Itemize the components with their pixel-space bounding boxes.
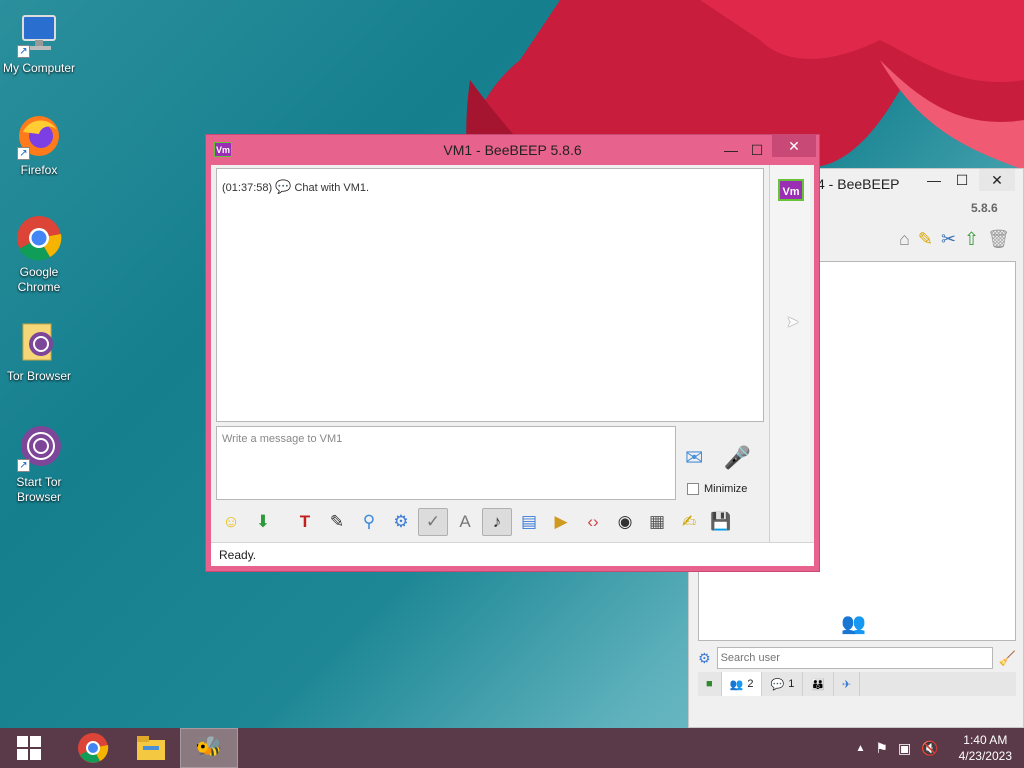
chats-icon: 💬	[770, 678, 785, 691]
tab-count: 1	[788, 678, 795, 690]
system-tray: ▲ ⚑ ▣ 🔇 1:40 AM 4/23/2023	[855, 728, 1024, 768]
maximize-button[interactable]: ☐	[742, 139, 772, 161]
chat-members-panel: Vm	[769, 165, 810, 543]
gear-icon[interactable]: ⚙	[698, 650, 711, 667]
volume-muted-icon[interactable]: 🔇	[921, 740, 938, 757]
screenshot-icon[interactable]: ◉	[610, 508, 640, 536]
computer-icon: ↗	[15, 10, 63, 58]
tab-online-users[interactable]: ■	[698, 672, 722, 696]
firefox-icon: ↗	[15, 112, 63, 160]
tab-files[interactable]: ✈	[834, 672, 861, 696]
desktop-icon-my-computer[interactable]: ↗ My Computer	[0, 10, 78, 76]
desktop-icon-label: Start Tor Browser	[16, 475, 62, 504]
filter-icon[interactable]: ⚲	[354, 508, 384, 536]
minimize-button[interactable]: —	[919, 169, 949, 191]
house-icon[interactable]: ⌂	[899, 229, 910, 250]
chrome-icon	[78, 733, 109, 763]
users-icon: 👥	[841, 613, 866, 635]
tor-folder-icon	[15, 318, 63, 366]
update-icon[interactable]: ⇧	[964, 229, 979, 250]
clock-date: 4/23/2023	[958, 749, 1012, 763]
tab-count: 2	[747, 678, 754, 690]
chat-log[interactable]: (01:37:58) 💬 Chat with VM1.	[216, 168, 764, 422]
search-user-input[interactable]	[716, 647, 993, 669]
status-bar: Ready.	[211, 542, 814, 566]
color-icon[interactable]: ✎	[322, 508, 352, 536]
folder-icon	[137, 736, 165, 760]
download-icon[interactable]: ⬇	[248, 508, 278, 536]
code-icon[interactable]: ‹›	[578, 508, 608, 536]
main-window-tabs: ■ 👥 2 💬 1 👪 ✈	[698, 672, 1016, 696]
flag-icon[interactable]: ⚑	[875, 740, 888, 757]
desktop-icon-chrome[interactable]: Google Chrome	[0, 214, 78, 295]
vm1-avatar[interactable]: Vm	[778, 179, 804, 201]
broom-icon[interactable]: 🧹	[999, 650, 1016, 667]
settings-icon[interactable]: ⚙	[386, 508, 416, 536]
text-icon[interactable]: A	[450, 508, 480, 536]
clock-time: 1:40 AM	[963, 733, 1008, 747]
taskbar-chrome[interactable]	[64, 728, 122, 768]
tab-chats[interactable]: 💬 1	[762, 672, 804, 696]
chat-bubble-icon: 💬	[275, 179, 292, 194]
music-icon[interactable]: ♪	[482, 508, 512, 536]
tab-users[interactable]: 👥 2	[721, 672, 763, 696]
tab-groups[interactable]: 👪	[803, 672, 835, 696]
chat-window: Vm VM1 - BeeBEEP 5.8.6 — ☐ ✕ (01:37:58) …	[205, 134, 820, 572]
desktop-icon-label: Google Chrome	[17, 265, 61, 294]
version-label: 5.8.6	[971, 201, 998, 215]
microphone-icon[interactable]: 🎤	[723, 445, 750, 471]
taskbar-file-explorer[interactable]	[122, 728, 180, 768]
desktop-icon-label: Firefox	[20, 163, 58, 177]
send-message-icon[interactable]: ✉	[685, 445, 703, 471]
search-row: ⚙ 🧹	[698, 645, 1016, 671]
tools-icon[interactable]: ✂	[941, 229, 956, 250]
chrome-icon	[15, 214, 63, 262]
groups-icon: 👪	[811, 678, 826, 691]
message-input[interactable]: Write a message to VM1	[216, 426, 676, 500]
mouse-cursor-icon: ➤	[786, 314, 800, 331]
taskbar-beebeep[interactable]: 🐝	[180, 728, 238, 768]
clock[interactable]: 1:40 AM 4/23/2023	[959, 732, 1012, 764]
calendar-icon[interactable]: ▦	[642, 508, 672, 536]
users-icon: 👥	[729, 678, 744, 691]
emoticon-icon[interactable]: ☺	[216, 508, 246, 536]
minimize-checkbox[interactable]	[687, 483, 699, 495]
bee-icon: 🐝	[195, 735, 223, 760]
folder-icon[interactable]: ▶	[546, 508, 576, 536]
main-window-title: 4 - BeeBEEP	[817, 176, 900, 192]
users-online-icon: ■	[706, 678, 713, 690]
desktop-icon-label: My Computer	[2, 61, 76, 75]
pencil-icon[interactable]: ✎	[918, 229, 933, 250]
message-timestamp: (01:37:58)	[222, 182, 273, 194]
send-controls: ✉ 🎤	[685, 445, 751, 471]
windows-icon	[17, 736, 41, 760]
chat-window-titlebar[interactable]: Vm VM1 - BeeBEEP 5.8.6 — ☐ ✕	[206, 135, 819, 165]
close-button[interactable]: ✕	[772, 135, 816, 157]
close-button[interactable]: ✕	[979, 169, 1015, 191]
trash-icon[interactable]: 🗑	[987, 229, 1010, 250]
taskbar: 🐝 ▲ ⚑ ▣ 🔇 1:40 AM 4/23/2023	[0, 728, 1024, 768]
spellcheck-icon[interactable]: ✓	[418, 508, 448, 536]
files-icon: ✈	[842, 678, 852, 691]
save-icon[interactable]: 💾	[706, 508, 736, 536]
font-icon[interactable]: T	[290, 508, 320, 536]
chevron-up-icon[interactable]: ▲	[855, 743, 865, 754]
note-icon[interactable]: ✍	[674, 508, 704, 536]
minimize-option[interactable]: Minimize	[687, 483, 747, 495]
desktop-icon-label: Tor Browser	[6, 369, 71, 383]
maximize-button[interactable]: ☐	[947, 169, 977, 191]
minimize-label: Minimize	[704, 483, 748, 495]
chat-window-body: (01:37:58) 💬 Chat with VM1. Write a mess…	[211, 165, 814, 566]
desktop-icon-tor-browser[interactable]: Tor Browser	[0, 318, 78, 384]
file-icon[interactable]: ▤	[514, 508, 544, 536]
desktop-icon-firefox[interactable]: ↗ Firefox	[0, 112, 78, 178]
network-icon[interactable]: ▣	[898, 740, 911, 757]
tor-icon: ↗	[15, 424, 63, 472]
message-text: Chat with VM1.	[294, 182, 370, 194]
start-button[interactable]	[0, 728, 58, 768]
chat-toolbar: ☺ ⬇ T ✎ ⚲ ⚙ ✓ A ♪ ▤ ▶ ‹› ◉ ▦ ✍ 💾	[216, 507, 764, 537]
desktop-icon-start-tor-browser[interactable]: ↗ Start Tor Browser	[0, 424, 78, 505]
